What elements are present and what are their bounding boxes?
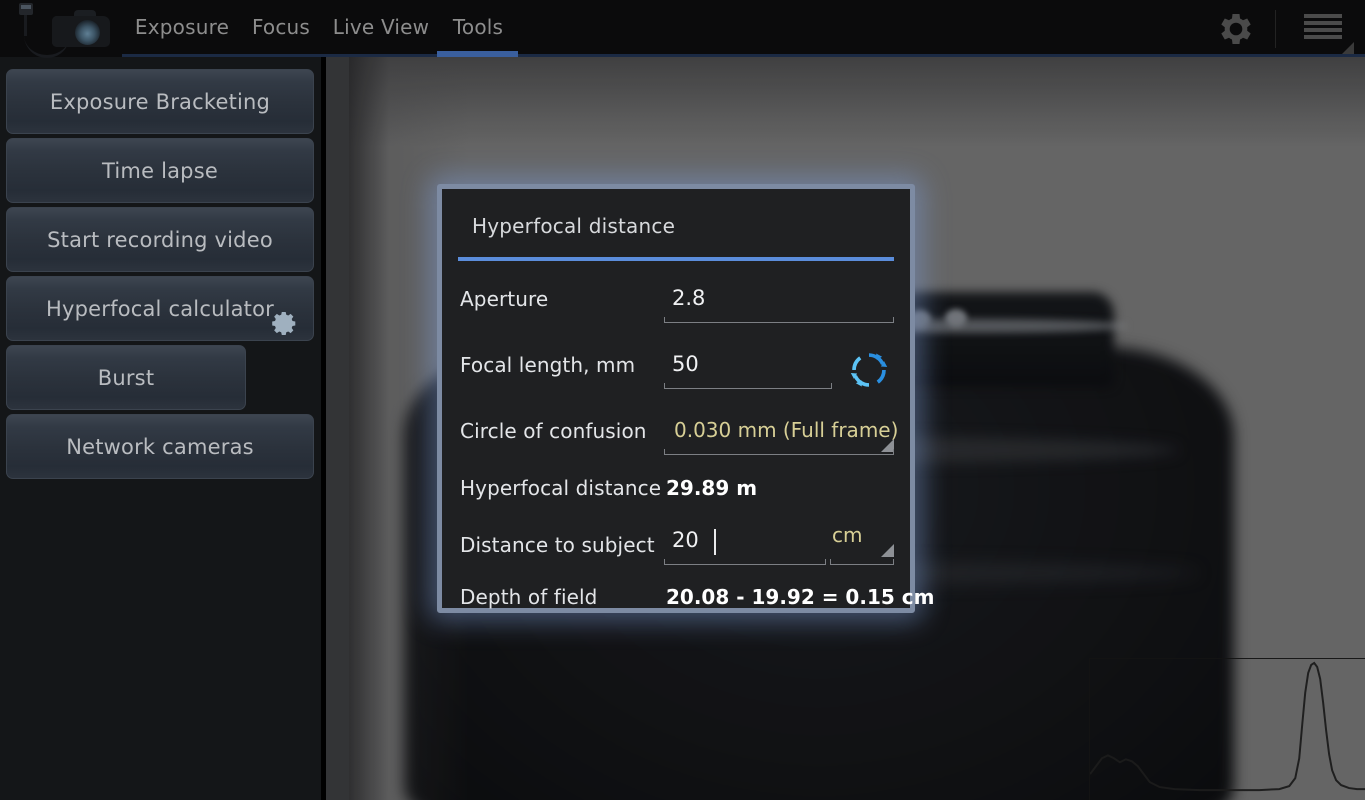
- tab-selected-indicator: [437, 51, 518, 57]
- aperture-input-underline: [664, 322, 894, 323]
- distance-to-subject-input[interactable]: 20: [672, 528, 699, 552]
- sidebar-gutter: [326, 57, 349, 800]
- sidebar-item-network-cameras[interactable]: Network cameras: [6, 414, 314, 479]
- top-app-bar: Exposure Focus Live View Tools: [0, 0, 1365, 57]
- circle-of-confusion-value[interactable]: 0.030 mm (Full frame): [674, 418, 898, 442]
- focal-length-label: Focal length, mm: [460, 353, 635, 377]
- dialog-title: Hyperfocal distance: [472, 214, 675, 238]
- dialog-accent-rule: [458, 257, 894, 261]
- tab-focus[interactable]: Focus: [242, 0, 320, 54]
- aperture-label: Aperture: [460, 287, 548, 311]
- distance-to-subject-underline: [664, 564, 826, 565]
- hyperfocal-distance-dialog: Hyperfocal distance Aperture 2.8 Focal l…: [437, 184, 915, 613]
- app-root: Exposure Bracketing Time lapse Start rec…: [0, 0, 1365, 800]
- sidebar-item-label: Exposure Bracketing: [50, 90, 270, 114]
- sidebar-item-label: Time lapse: [102, 159, 218, 183]
- sidebar-item-label: Hyperfocal calculator: [46, 297, 274, 321]
- distance-unit-dropdown-icon[interactable]: [881, 544, 894, 557]
- refresh-sync-icon[interactable]: [848, 349, 890, 391]
- burst-settings-gear-icon[interactable]: [265, 307, 301, 343]
- sidebar-item-label: Network cameras: [66, 435, 254, 459]
- circle-of-confusion-underline: [664, 454, 894, 455]
- tab-exposure[interactable]: Exposure: [128, 0, 236, 54]
- sidebar-item-label: Burst: [98, 366, 155, 390]
- text-caret: [714, 529, 716, 555]
- settings-gear-icon[interactable]: [1215, 8, 1257, 50]
- focal-length-input[interactable]: 50: [672, 352, 699, 376]
- tab-bar-rule: [122, 54, 1365, 57]
- depth-of-field-label: Depth of field: [460, 585, 597, 609]
- sidebar-item-start-recording-video[interactable]: Start recording video: [6, 207, 314, 272]
- sidebar-item-label: Start recording video: [47, 228, 273, 252]
- hyperfocal-distance-label: Hyperfocal distance: [460, 476, 661, 500]
- tab-live-view[interactable]: Live View: [326, 0, 436, 54]
- focal-length-input-underline: [664, 388, 832, 389]
- distance-unit-value[interactable]: cm: [832, 523, 862, 547]
- sidebar-item-time-lapse[interactable]: Time lapse: [6, 138, 314, 203]
- distance-unit-underline: [830, 564, 894, 565]
- circle-of-confusion-label: Circle of confusion: [460, 419, 647, 443]
- depth-of-field-value: 20.08 - 19.92 = 0.15 cm: [666, 585, 934, 609]
- distance-to-subject-label: Distance to subject: [460, 533, 655, 557]
- hamburger-menu-icon[interactable]: [1300, 12, 1346, 48]
- tools-sidebar: Exposure Bracketing Time lapse Start rec…: [0, 57, 321, 800]
- tab-tools[interactable]: Tools: [442, 0, 514, 54]
- sidebar-item-burst[interactable]: Burst: [6, 345, 246, 410]
- top-bar-divider: [1275, 10, 1276, 48]
- histogram-overlay: [1089, 658, 1365, 800]
- sidebar-item-exposure-bracketing[interactable]: Exposure Bracketing: [6, 69, 314, 134]
- dslr-camera-usb-icon: [18, 2, 122, 57]
- hyperfocal-distance-value: 29.89 m: [666, 476, 757, 500]
- aperture-input[interactable]: 2.8: [672, 286, 705, 310]
- dialog-panel: Hyperfocal distance Aperture 2.8 Focal l…: [437, 184, 915, 613]
